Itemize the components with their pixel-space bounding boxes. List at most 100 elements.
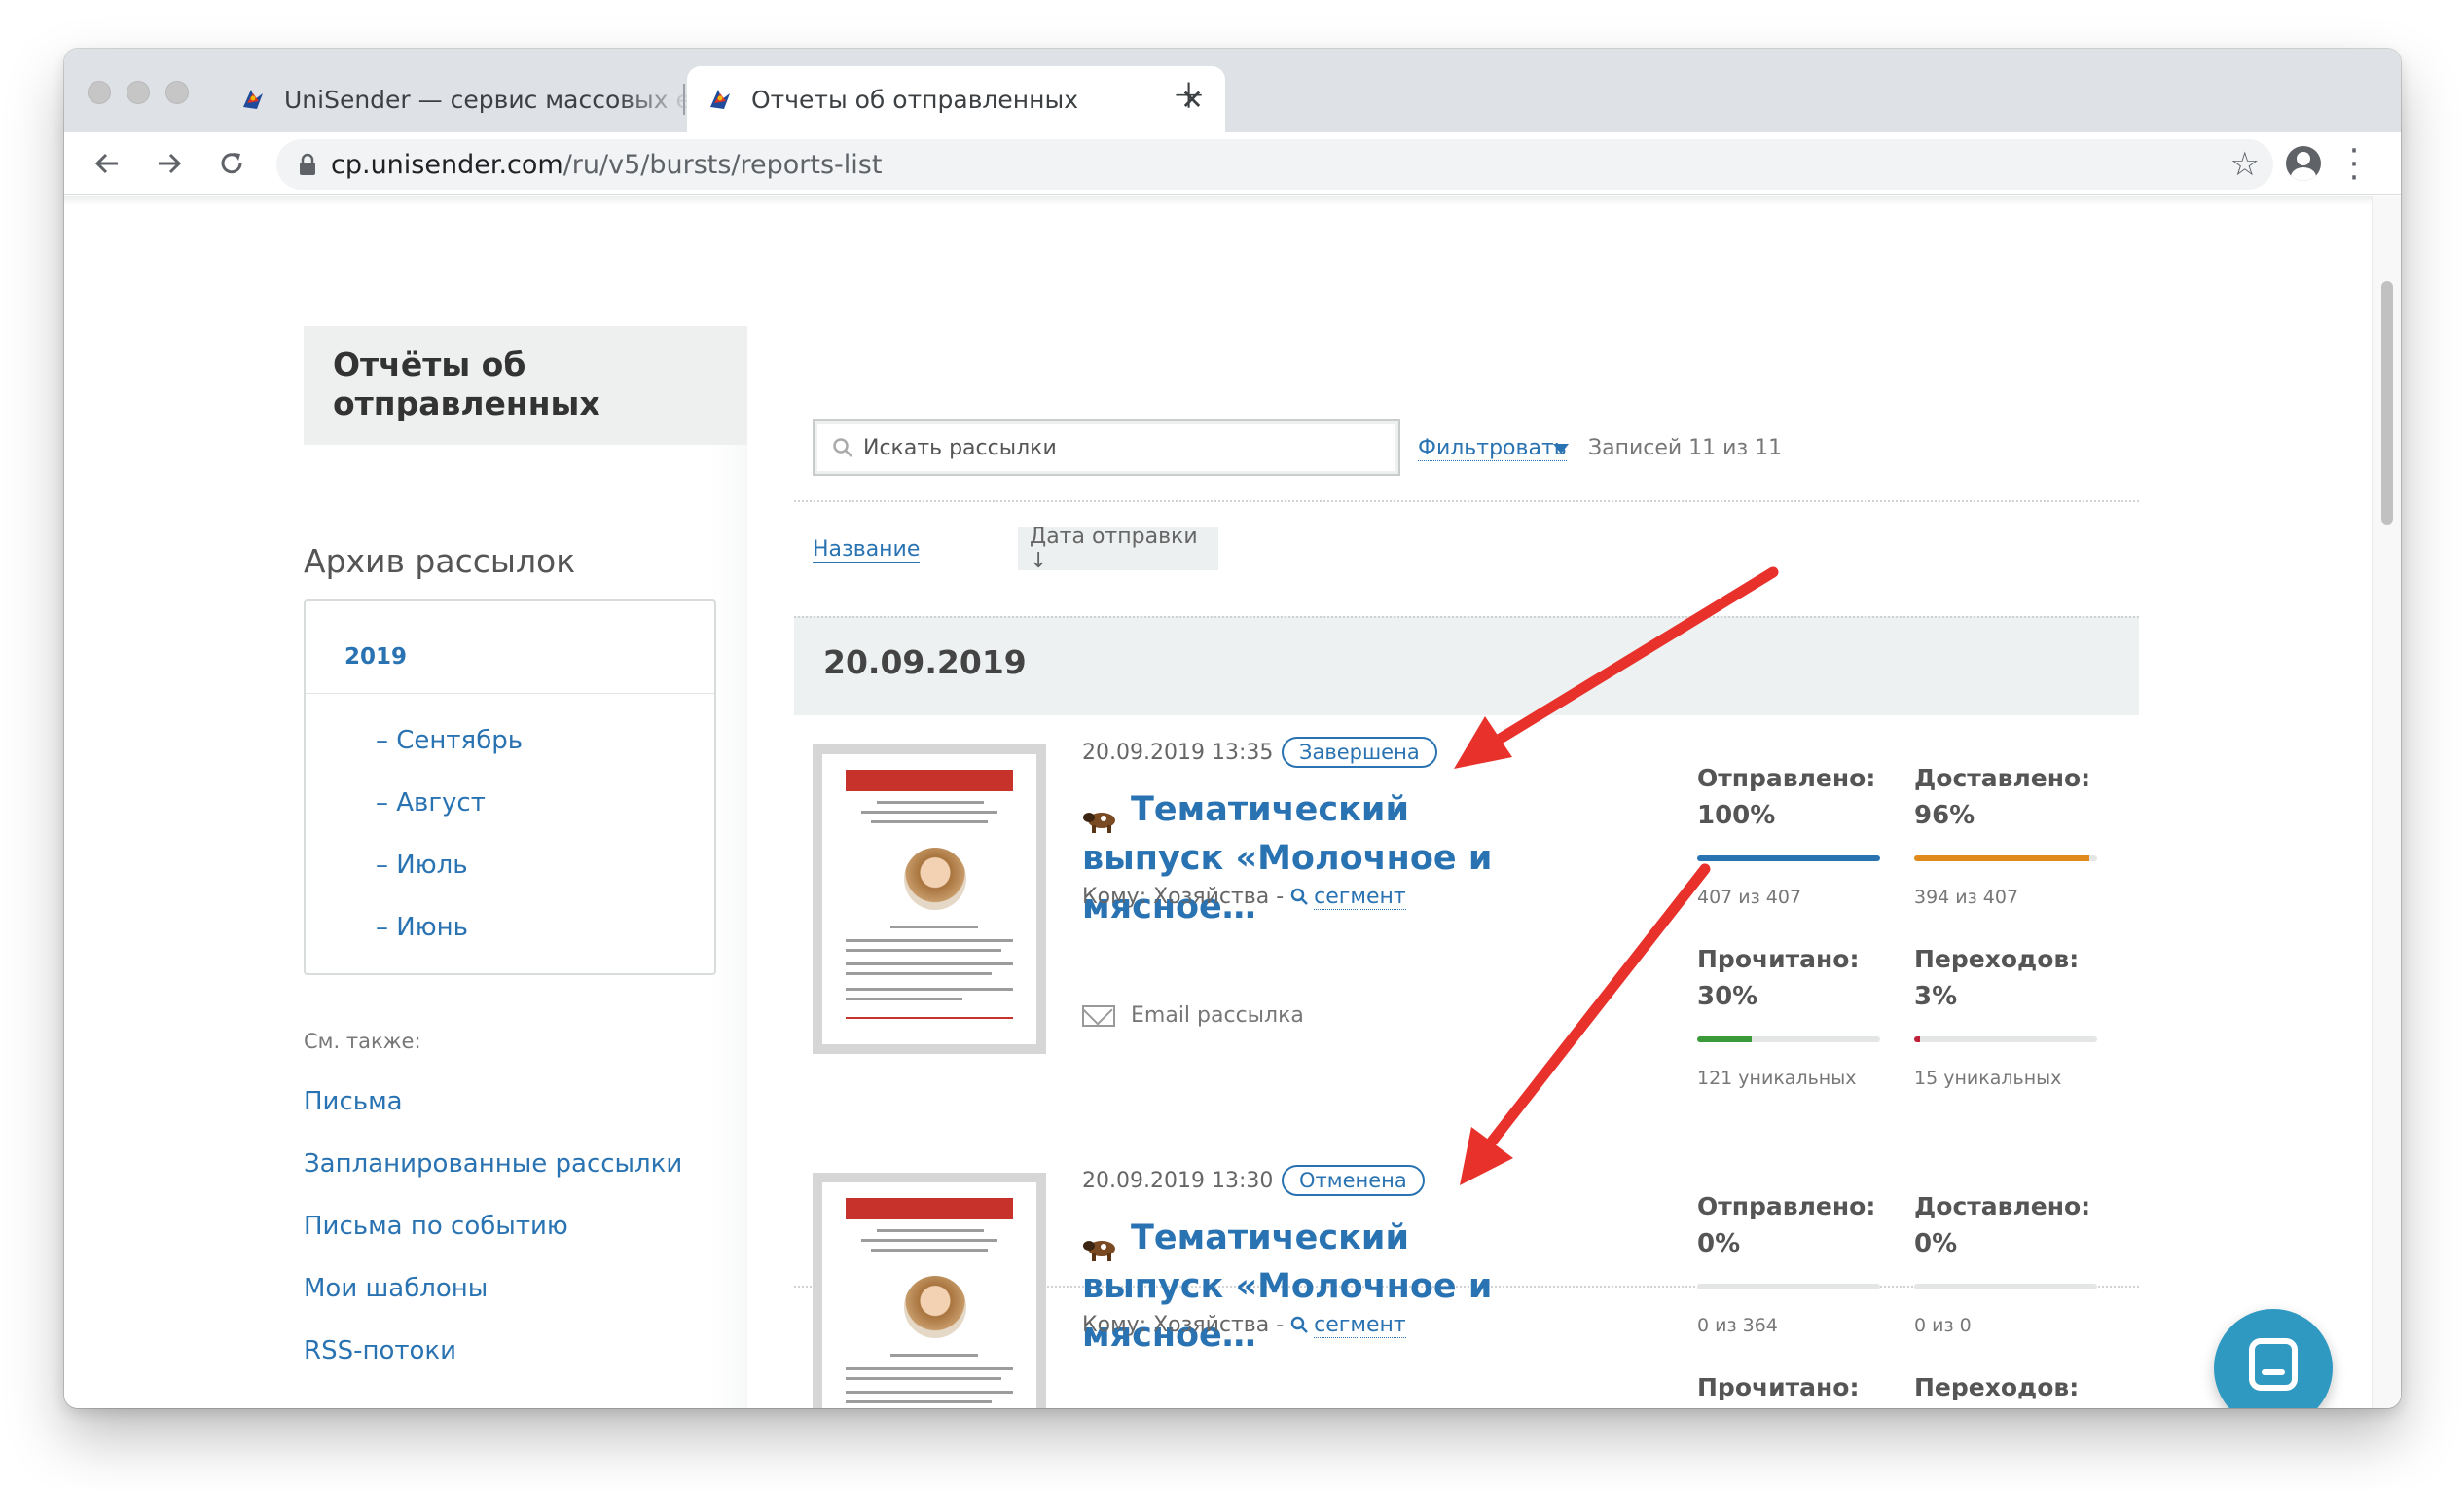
tab-unisender[interactable]: UniSender — сервис массовых email и SMS … [220,66,745,132]
stat-sent-bar [1697,1284,1880,1289]
tab-title: Отчеты об отправленных [751,85,1079,114]
search-icon [1290,1315,1309,1333]
unisender-favicon-icon [239,86,267,113]
sidebar-link-rss[interactable]: RSS-потоки [304,1336,456,1365]
sidebar-link-templates[interactable]: Мои шаблоны [304,1274,488,1303]
tab-title: UniSender — сервис массовых email и SMS … [284,85,693,114]
search-input[interactable]: Искать рассылки [813,419,1400,476]
zoom-window-button[interactable] [165,81,189,104]
thumb-line [846,998,962,1000]
stat-delivered-bar [1914,1284,2097,1289]
thumb-header [846,770,1013,791]
stat-sent-note: 407 из 407 [1697,887,1802,908]
campaign-type-label: Email рассылка [1131,1003,1304,1028]
archive-month-july[interactable]: – Июль [376,851,468,880]
thumb-line [846,1400,992,1403]
archive-box: 2019 – Сентябрь – Август – Июль – Июнь [304,599,716,975]
reload-icon[interactable] [208,140,255,187]
campaign-thumbnail[interactable] [813,744,1046,1054]
campaign-recipient: Кому: Хозяйства - сегмент [1082,1313,1406,1338]
thumb-line [846,962,1013,965]
segment-link[interactable]: сегмент [1314,885,1406,910]
stat-delivered-value: 0% [1914,1229,1958,1258]
archive-month-august[interactable]: – Август [376,788,486,817]
sidebar-link-scheduled[interactable]: Запланированные рассылки [304,1149,682,1179]
stat-opened-label: Прочитано: [1697,1373,1860,1401]
stat-opened-value: 30% [1697,982,1758,1011]
sort-by-date-label: Дата отправки ↓ [1030,525,1198,573]
see-also-label: См. также: [304,1030,421,1053]
sidebar-link-event-letters[interactable]: Письма по событию [304,1212,568,1241]
filter-button[interactable]: Фильтровать [1418,436,1567,461]
campaign-title-link[interactable]: Тематический выпуск «Молочное и мясное… [1082,1214,1510,1360]
close-window-button[interactable] [88,81,111,104]
tab-separator [683,84,685,115]
address-bar[interactable]: cp.unisender.com/ru/v5/bursts/reports-li… [276,139,2273,190]
archive-year-2019[interactable]: 2019 [344,644,407,670]
campaign-thumbnail[interactable] [813,1173,1046,1408]
scrollbar-thumb[interactable] [2381,281,2393,525]
stat-clicks-label: Переходов: [1914,945,2080,973]
cow-icon [1082,798,1119,833]
tab-reports[interactable]: Отчеты об отправленных ✕ [687,66,1225,132]
segment-link[interactable]: сегмент [1314,1313,1406,1338]
sort-by-date-button[interactable]: Дата отправки ↓ [1018,525,1218,573]
stat-clicks-note: 15 уникальных [1914,1068,2062,1089]
stat-sent-label: Отправлено: [1697,764,1876,792]
stat-clicks-value: 3% [1914,982,1958,1011]
sort-by-name-button[interactable]: Название [813,537,921,563]
campaign-title-link[interactable]: Тематический выпуск «Молочное и мясное… [1082,785,1510,931]
forward-icon[interactable] [146,140,193,187]
url-domain: cp.unisender.com [331,149,563,180]
thumb-line [846,988,1013,991]
stat-opened-bar [1697,1036,1880,1042]
divider [794,500,2139,502]
stat-opened-label: Прочитано: [1697,945,1860,973]
campaign-recipient: Кому: Хозяйства - сегмент [1082,885,1406,910]
stat-sent-note: 0 из 364 [1697,1315,1778,1336]
archive-title: Архив рассылок [304,542,576,580]
stat-sent-label: Отправлено: [1697,1192,1876,1220]
stat-delivered-value: 96% [1914,801,1975,830]
archive-month-september[interactable]: – Сентябрь [376,726,523,755]
stat-bar-fill [1914,1036,1920,1042]
cow-icon [1082,1226,1119,1261]
thumb-line [877,1229,984,1232]
thumb-line [861,811,997,814]
thumb-line [846,972,992,975]
thumb-line [846,1391,1013,1394]
stat-clicks-bar [1914,1036,2097,1042]
more-icon[interactable]: · · · [2347,134,2361,195]
thumb-line [877,801,984,804]
thumb-line [846,1377,1001,1380]
search-placeholder: Искать рассылки [863,435,1057,460]
chevron-down-icon[interactable] [1553,444,1569,454]
stat-delivered-note: 394 из 407 [1914,887,2019,908]
archive-month-june[interactable]: – Июнь [376,913,468,942]
divider [306,693,714,694]
stat-sent-value: 0% [1697,1229,1741,1258]
thumb-footer [846,1017,1013,1019]
stat-delivered-label: Доставлено: [1914,1192,2091,1220]
chat-icon [2249,1338,2298,1391]
date-group-label: 20.09.2019 [823,643,1027,681]
stat-delivered-note: 0 из 0 [1914,1315,1972,1336]
chat-smile [2262,1369,2285,1375]
new-tab-button[interactable]: + [1172,70,1206,118]
stat-clicks-label: Переходов: [1914,1373,2080,1401]
account-icon[interactable] [2286,146,2321,181]
stat-bar-fill [1697,1036,1753,1042]
campaign-datetime: 20.09.2019 13:35 [1082,741,1274,765]
url-path: /ru/v5/bursts/reports-list [562,149,883,180]
scrollbar[interactable] [2372,196,2401,1408]
sidebar-link-letters[interactable]: Письма [304,1087,403,1116]
back-icon[interactable] [84,140,130,187]
thumb-photo [904,848,966,910]
minimize-window-button[interactable] [127,81,150,104]
stat-delivered-label: Доставлено: [1914,764,2091,792]
stat-bar-fill [1914,855,2090,861]
thumb-line [871,1249,988,1252]
chat-widget-button[interactable] [2214,1309,2333,1408]
campaign-type: Email рассылка [1082,1003,1304,1028]
star-icon[interactable]: ☆ [2230,145,2260,184]
